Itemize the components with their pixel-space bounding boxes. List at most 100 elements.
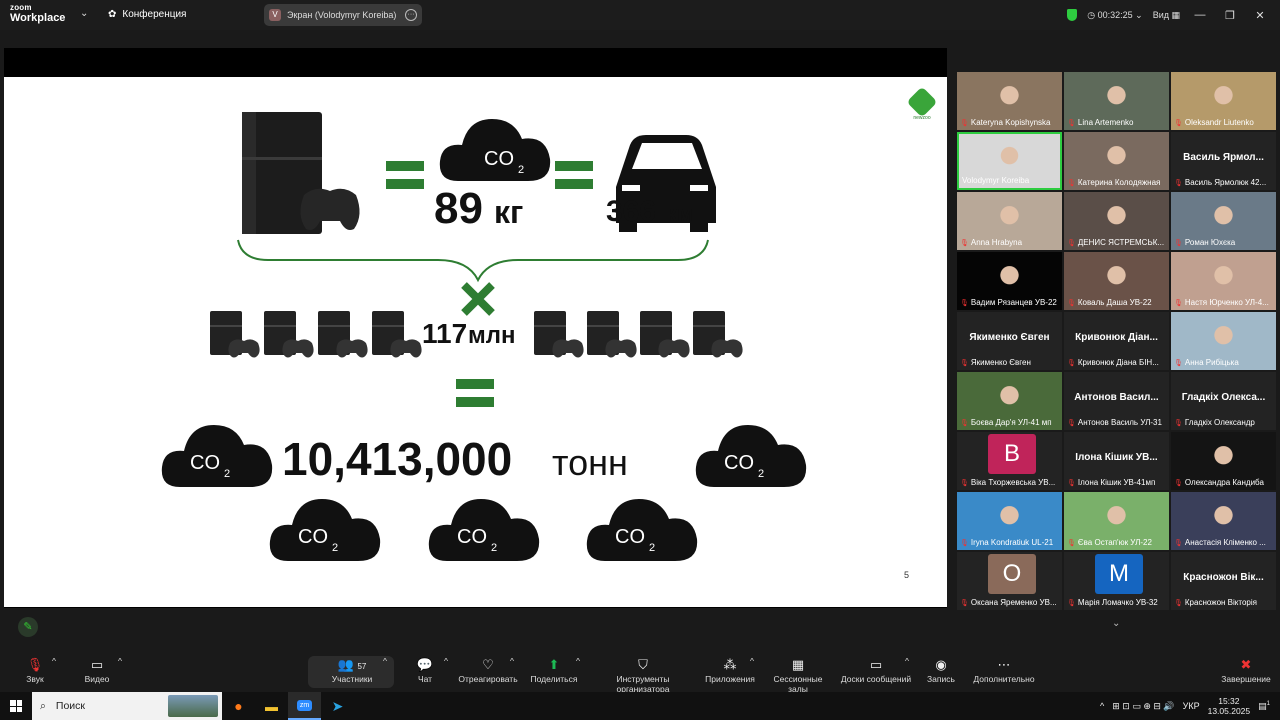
zoom-logo: zoom Workplace — [10, 3, 66, 24]
apps-icon: ⁂ — [723, 657, 737, 672]
participant-name: Роман Юхєка — [1184, 238, 1236, 247]
search-highlight-image — [168, 695, 218, 717]
participant-tile[interactable]: Кривонюк Діан... 🎙 Кривонюк Діана БІН... — [1064, 312, 1169, 370]
participant-gallery: 🎙 Kateryna Kopishynska 🎙 Lina Artemenko 🎙 Ole… — [955, 70, 1280, 615]
svg-text:2: 2 — [518, 164, 524, 176]
apps-button[interactable]: ⁂ Приложения — [704, 656, 756, 684]
annotate-pencil-icon[interactable]: ✎ — [18, 617, 38, 637]
chevron-down-icon[interactable]: ⌄ — [80, 8, 88, 19]
participant-tile[interactable]: 🎙 Роман Юхєка — [1171, 192, 1276, 250]
participant-name-label: 🎙 Антонов Василь УЛ-31 — [1067, 418, 1166, 427]
react-options-chevron[interactable]: ^ — [510, 656, 514, 666]
language-indicator[interactable]: УКР — [1183, 701, 1200, 711]
conference-menu[interactable]: ✿ Конференция — [108, 9, 186, 20]
participant-name-label: 🎙 Красножон Вікторія — [1174, 598, 1273, 607]
chat-options-chevron[interactable]: ^ — [444, 656, 448, 666]
view-button[interactable]: Вид ▦ — [1153, 10, 1180, 21]
participant-name: Віка Тхоржевська УВ... — [970, 478, 1056, 487]
mic-muted-icon: 🎙 — [960, 419, 969, 427]
participant-tile[interactable]: Якименко Євген 🎙 Якименко Євген — [957, 312, 1062, 370]
screen-share-indicator[interactable]: V Экран (Volodymyr Koreiba) ··· — [264, 4, 422, 26]
tray-chevron-icon[interactable]: ^ — [1100, 701, 1104, 711]
participant-tile[interactable]: 🎙 Lina Artemenko — [1064, 72, 1169, 130]
participant-display-name: Василь Ярмол... — [1183, 152, 1264, 163]
video-button[interactable]: ▭ Видео — [82, 656, 112, 684]
title-bar: zoom Workplace ⌄ ✿ Конференция V Экран (… — [0, 0, 1280, 30]
participant-name-label: 🎙 Василь Ярмолюк 42... — [1174, 178, 1273, 187]
apps-options-chevron[interactable]: ^ — [750, 656, 754, 666]
react-button[interactable]: ♡ Отреагировать — [458, 656, 518, 684]
multiply-icon — [461, 282, 495, 316]
firefox-icon[interactable]: ● — [222, 692, 255, 720]
more-button[interactable]: ⋯ Дополнительно — [972, 656, 1036, 684]
audio-options-chevron[interactable]: ^ — [52, 656, 56, 666]
whiteboards-button[interactable]: ▭ Доски сообщений — [840, 656, 912, 684]
participant-tile[interactable]: Гладкіх Олекса... 🎙 Гладкіх Олександр — [1171, 372, 1276, 430]
svg-text:2: 2 — [224, 468, 230, 480]
participant-tile[interactable]: O 🎙 Оксана Яременко УВ... — [957, 552, 1062, 610]
notifications-icon[interactable]: ▤1 — [1258, 701, 1270, 712]
participant-tile[interactable]: 🎙 Катерина Колодяжная — [1064, 132, 1169, 190]
shield-icon[interactable] — [1067, 9, 1078, 21]
participants-options-chevron[interactable]: ^ — [383, 656, 387, 666]
tray-app-icons[interactable]: ⊞ ⊡ ▭ ⊕ ⊟ 🔊 — [1112, 701, 1174, 712]
participants-button-content[interactable]: 👥 57 Участники — [326, 656, 378, 684]
participant-tile[interactable]: Volodymyr Koreiba — [957, 132, 1062, 190]
participant-tile[interactable]: 🎙 Боєва Дар'я УЛ-41 мп — [957, 372, 1062, 430]
participant-tile[interactable]: 🎙 Вадим Рязанцев УВ-22 — [957, 252, 1062, 310]
share-button[interactable]: ⬆ Поделиться — [530, 656, 578, 684]
gallery-scroll-down-icon[interactable]: ⌄ — [1112, 618, 1120, 629]
record-button[interactable]: ◉ Запись — [924, 656, 958, 684]
participant-tile[interactable]: 🎙 Олександра Кандиба — [1171, 432, 1276, 490]
breakout-rooms-button[interactable]: ▦ Сессионные залы — [764, 656, 832, 694]
participant-tile[interactable]: 🎙 Анастасія Кліменко ... — [1171, 492, 1276, 550]
participant-tile[interactable]: 🎙 Єва Остап'юк УЛ-22 — [1064, 492, 1169, 550]
participant-tile[interactable]: 🎙 Настя Юрченко УЛ-4... — [1171, 252, 1276, 310]
participant-name-label: 🎙 Боєва Дар'я УЛ-41 мп — [960, 418, 1059, 427]
chat-button[interactable]: 💬 Чат — [412, 656, 438, 684]
participant-tile[interactable]: B 🎙 Віка Тхоржевська УВ... — [957, 432, 1062, 490]
minimize-icon[interactable]: — — [1190, 9, 1210, 21]
mic-muted-icon: 🎙 — [960, 479, 969, 487]
participant-tile[interactable]: Василь Ярмол... 🎙 Василь Ярмолюк 42... — [1171, 132, 1276, 190]
end-meeting-button[interactable]: ✖ Завершение — [1220, 656, 1272, 684]
participant-name-label: 🎙 Anna Hrabyna — [960, 238, 1059, 247]
meeting-toolbar: 🎙 Звук ^ ▭ Видео ^ 👥 57 Участники ^ 💬 Ча… — [0, 652, 1280, 694]
whiteboards-options-chevron[interactable]: ^ — [905, 656, 909, 666]
restore-icon[interactable]: ❐ — [1220, 9, 1240, 22]
participant-tile[interactable]: M 🎙 Марія Ломачко УВ-32 — [1064, 552, 1169, 610]
ps4-console-icon — [242, 112, 360, 234]
audio-button[interactable]: 🎙 Звук — [20, 656, 50, 684]
taskbar-search[interactable]: ⌕ Поиск — [32, 692, 222, 720]
end-icon: ✖ — [1240, 657, 1252, 672]
svg-text:2: 2 — [332, 542, 338, 554]
start-button[interactable] — [0, 692, 32, 720]
participant-tile[interactable]: Красножон Вік... 🎙 Красножон Вікторія — [1171, 552, 1276, 610]
participant-tile[interactable]: Ілона Кішик УВ... 🎙 Ілона Кішик УВ-41мп — [1064, 432, 1169, 490]
participant-name: Настя Юрченко УЛ-4... — [1184, 298, 1269, 307]
participant-tile[interactable]: 🎙 Коваль Даша УВ-22 — [1064, 252, 1169, 310]
participant-name: Марія Ломачко УВ-32 — [1077, 598, 1158, 607]
shield-icon: ⛉ — [638, 657, 648, 672]
participant-tile[interactable]: 🎙 Анна Рибіцька — [1171, 312, 1276, 370]
participant-tile[interactable]: 🎙 Oleksandr Liutenko — [1171, 72, 1276, 130]
participant-tile[interactable]: Антонов Васил... 🎙 Антонов Василь УЛ-31 — [1064, 372, 1169, 430]
zoom-app-icon[interactable]: zm — [288, 692, 321, 720]
participant-tile[interactable]: 🎙 Anna Hrabyna — [957, 192, 1062, 250]
video-options-chevron[interactable]: ^ — [118, 656, 122, 666]
participant-name: Anna Hrabyna — [970, 238, 1023, 247]
file-explorer-icon[interactable]: ▬ — [255, 692, 288, 720]
share-screen-icon: ⬆ — [548, 657, 560, 672]
newzoo-logo: newzoo — [908, 88, 936, 121]
participant-tile[interactable]: 🎙 ДЕНИС ЯСТРЕМСЬК... — [1064, 192, 1169, 250]
close-icon[interactable]: ✕ — [1250, 9, 1270, 22]
participant-tile[interactable]: 🎙 Kateryna Kopishynska — [957, 72, 1062, 130]
telegram-icon[interactable]: ➤ — [321, 692, 354, 720]
participant-avatar: M — [1095, 554, 1143, 594]
host-tools-button[interactable]: ⛉ Инструменты организатора — [590, 656, 696, 694]
more-icon[interactable]: ··· — [405, 9, 417, 21]
clock[interactable]: 15:32 13.05.2025 — [1208, 696, 1251, 716]
share-options-chevron[interactable]: ^ — [576, 656, 580, 666]
participant-name: Анастасія Кліменко ... — [1184, 538, 1266, 547]
participant-tile[interactable]: 🎙 Iryna Kondratiuk UL-21 — [957, 492, 1062, 550]
